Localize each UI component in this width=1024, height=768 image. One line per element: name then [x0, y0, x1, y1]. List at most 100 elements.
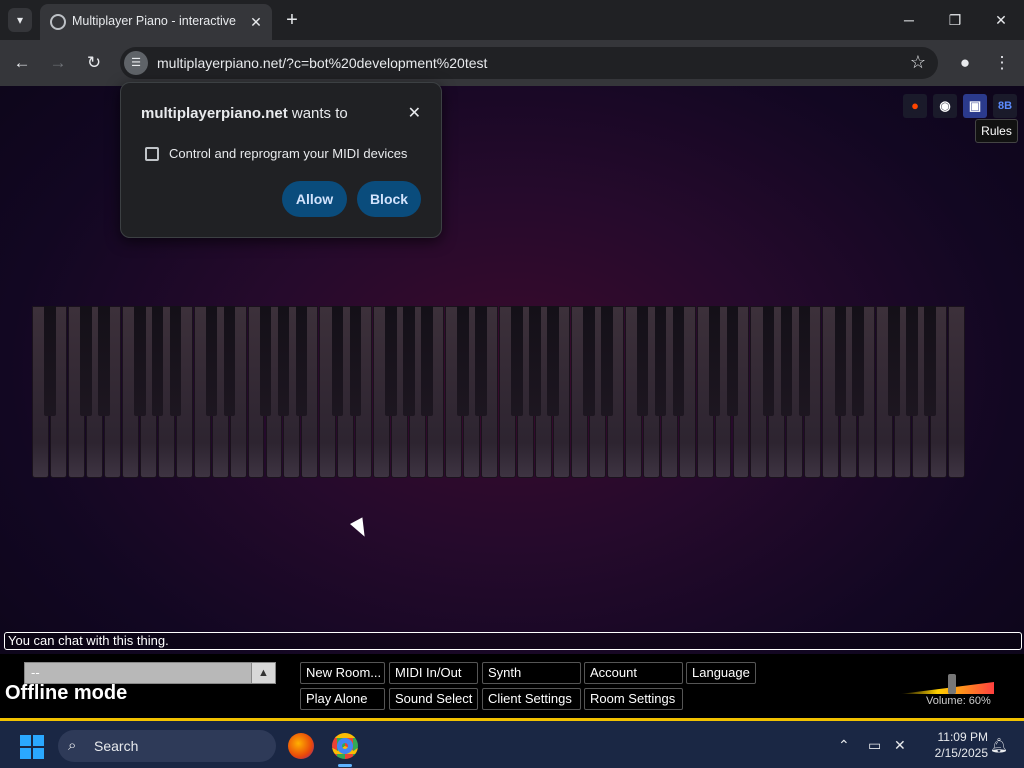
new-room-button[interactable]: New Room...: [300, 662, 385, 684]
address-bar[interactable]: ☰ multiplayerpiano.net/?c=bot%20developm…: [120, 47, 938, 79]
midi-in-out-button[interactable]: MIDI In/Out: [389, 662, 478, 684]
piano-black-key[interactable]: [708, 306, 721, 416]
piano-black-key[interactable]: [44, 306, 56, 416]
tab-search-button[interactable]: ▾: [8, 8, 32, 32]
synth-button[interactable]: Synth: [482, 662, 581, 684]
tab-active[interactable]: Multiplayer Piano - interactive ✕: [40, 4, 272, 40]
active-app-indicator: [338, 764, 352, 767]
piano-black-key[interactable]: [798, 306, 811, 416]
permission-site: multiplayerpiano.net: [141, 105, 288, 122]
firefox-icon[interactable]: [288, 733, 314, 759]
8b-icon[interactable]: 8B: [993, 94, 1017, 118]
permission-title: multiplayerpiano.net wants to: [141, 105, 348, 122]
piano-black-key[interactable]: [583, 306, 595, 416]
forward-button[interactable]: →: [46, 51, 70, 75]
room-settings-button[interactable]: Room Settings: [584, 688, 683, 710]
github-icon[interactable]: ◉: [933, 94, 957, 118]
block-button[interactable]: Block: [357, 181, 421, 217]
clock-time: 11:09 PM: [937, 730, 988, 744]
piano-black-key[interactable]: [654, 306, 667, 416]
piano-black-key[interactable]: [475, 306, 487, 416]
close-window-button[interactable]: ✕: [978, 6, 1024, 34]
profile-icon[interactable]: ●: [953, 51, 977, 75]
taskbar: ⌕ Search ⌃ ▭ ✕ 11:09 PM 2/15/2025 🔔︎: [0, 718, 1024, 768]
piano-black-key[interactable]: [349, 306, 362, 416]
search-label: Search: [94, 738, 139, 754]
chevron-up-icon[interactable]: ▲: [251, 663, 275, 683]
piano-black-key[interactable]: [421, 306, 433, 416]
notification-bell-icon[interactable]: 🔔︎: [990, 737, 1008, 754]
piano-black-key[interactable]: [601, 306, 613, 416]
room-select[interactable]: -- ▲: [24, 662, 276, 684]
discord-icon[interactable]: ▣: [963, 94, 987, 118]
piano-black-key[interactable]: [888, 306, 900, 416]
clock-date: 2/15/2025: [934, 746, 988, 760]
search-icon: ⌕: [68, 737, 77, 754]
piano-black-key[interactable]: [547, 306, 559, 416]
network-icon[interactable]: ▭: [868, 737, 881, 754]
reddit-icon[interactable]: ●: [903, 94, 927, 118]
new-tab-button[interactable]: +: [280, 8, 304, 32]
piano-black-key[interactable]: [259, 306, 272, 416]
client-settings-button[interactable]: Client Settings: [482, 688, 581, 710]
chevron-up-tray-icon[interactable]: ⌃: [838, 737, 850, 754]
sound-select-button[interactable]: Sound Select: [389, 688, 478, 710]
piano-black-key[interactable]: [762, 306, 775, 416]
reload-button[interactable]: ↻: [82, 51, 106, 75]
piano-black-key[interactable]: [134, 306, 146, 416]
piano-black-key[interactable]: [277, 306, 290, 416]
account-button[interactable]: Account: [584, 662, 683, 684]
piano-black-key[interactable]: [223, 306, 236, 416]
piano-black-key[interactable]: [672, 306, 685, 416]
piano-black-key[interactable]: [169, 306, 182, 416]
volume-muted-icon[interactable]: ✕: [894, 737, 906, 754]
allow-button[interactable]: Allow: [282, 181, 347, 217]
tab-close-icon[interactable]: ✕: [246, 12, 266, 32]
midi-piano-icon: [145, 147, 159, 161]
taskbar-search[interactable]: ⌕ Search: [58, 730, 276, 762]
site-info-icon[interactable]: ☰: [124, 51, 148, 75]
piano-black-key[interactable]: [205, 306, 218, 416]
permission-request-text: Control and reprogram your MIDI devices: [169, 146, 408, 161]
permission-wants-to: wants to: [291, 105, 348, 122]
piano-keyboard[interactable]: [32, 306, 966, 478]
piano-black-key[interactable]: [151, 306, 164, 416]
piano-black-key[interactable]: [511, 306, 523, 416]
piano-black-key[interactable]: [98, 306, 110, 416]
piano-black-key[interactable]: [529, 306, 541, 416]
menu-kebab-icon[interactable]: ⋮: [992, 51, 1012, 75]
piano-black-key[interactable]: [295, 306, 308, 416]
piano-white-key[interactable]: [948, 306, 965, 478]
url-text[interactable]: multiplayerpiano.net/?c=bot%20developmen…: [157, 55, 487, 71]
play-alone-button[interactable]: Play Alone: [300, 688, 385, 710]
piano-black-key[interactable]: [726, 306, 739, 416]
piano-black-key[interactable]: [457, 306, 469, 416]
volume-label: Volume: 60%: [926, 695, 991, 707]
maximize-button[interactable]: ❐: [932, 6, 978, 34]
windows-start-icon[interactable]: [20, 735, 44, 759]
language-button[interactable]: Language: [686, 662, 756, 684]
piano-black-key[interactable]: [834, 306, 846, 416]
rules-button[interactable]: Rules: [975, 119, 1018, 143]
volume-knob[interactable]: [948, 674, 957, 694]
clock[interactable]: 11:09 PM 2/15/2025: [918, 729, 988, 761]
back-button[interactable]: ←: [10, 51, 34, 75]
piano-black-key[interactable]: [385, 306, 397, 416]
piano-black-key[interactable]: [780, 306, 793, 416]
piano-black-key[interactable]: [636, 306, 649, 416]
status-text: Offline mode: [5, 682, 128, 704]
bottom-controls: -- ▲ Offline mode New Room... MIDI In/Ou…: [0, 654, 1024, 718]
close-icon[interactable]: ✕: [408, 103, 421, 123]
minimize-button[interactable]: ─: [886, 6, 932, 34]
browser-toolbar: ← → ↻ ☰ multiplayerpiano.net/?c=bot%20de…: [0, 40, 1024, 86]
piano-black-key[interactable]: [906, 306, 918, 416]
bookmark-star-icon[interactable]: ☆: [910, 52, 926, 73]
piano-black-key[interactable]: [80, 306, 92, 416]
volume-slider[interactable]: [900, 682, 994, 694]
piano-black-key[interactable]: [403, 306, 415, 416]
piano-black-key[interactable]: [852, 306, 864, 416]
chrome-icon[interactable]: [332, 733, 358, 759]
chat-input[interactable]: You can chat with this thing.: [4, 632, 1022, 650]
piano-black-key[interactable]: [331, 306, 344, 416]
piano-black-key[interactable]: [924, 306, 936, 416]
